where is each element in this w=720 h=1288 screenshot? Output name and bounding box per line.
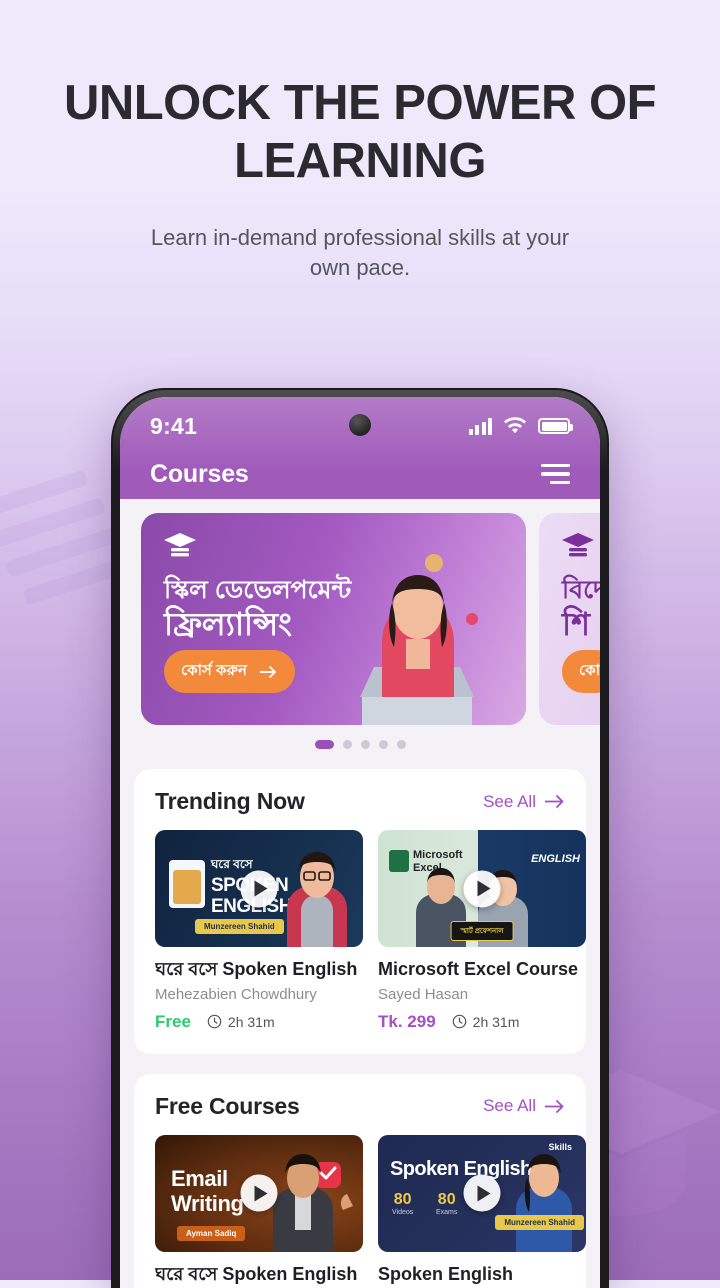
see-all-label: See All bbox=[483, 1096, 536, 1116]
app-bar-title: Courses bbox=[150, 460, 249, 489]
course-price: Free bbox=[155, 1012, 191, 1032]
section-title: Trending Now bbox=[155, 788, 305, 815]
carousel-dot-3[interactable] bbox=[361, 740, 370, 749]
banner-line2: শি bbox=[562, 606, 600, 644]
banner-carousel[interactable]: স্কিল ডেভেলপমেন্ট ফ্রিল্যান্সিং কোর্স কর… bbox=[120, 513, 600, 725]
thumbnail-title-bn: ঘরে বসে bbox=[211, 858, 253, 871]
course-thumbnail[interactable]: ঘরে বসে SPOKEN ENGLISH Munzereen Shahid bbox=[155, 830, 363, 947]
course-card[interactable]: Skills Spoken English 80 Videos 80 Exams bbox=[378, 1135, 586, 1286]
thumbnail-title-en: Writing bbox=[171, 1192, 244, 1216]
carousel-dot-2[interactable] bbox=[343, 740, 352, 749]
instructor-photo bbox=[271, 847, 363, 947]
banner-cta-label: কো bbox=[579, 659, 600, 684]
thumbnail-title-bn: Microsoft bbox=[413, 850, 463, 862]
course-duration-label: 2h 31m bbox=[473, 1014, 520, 1030]
cellular-signal-icon bbox=[469, 418, 493, 435]
clock-icon bbox=[452, 1014, 467, 1029]
play-circle-icon[interactable] bbox=[241, 1175, 278, 1212]
banner-cta-button[interactable]: কোর্স করুন bbox=[164, 650, 295, 693]
thumbnail-badge: Ayman Sadiq bbox=[177, 1226, 245, 1241]
carousel-dot-4[interactable] bbox=[379, 740, 388, 749]
arrow-right-icon bbox=[545, 1100, 565, 1113]
banner-line2: ফ্রিল্যান্সিং bbox=[164, 606, 351, 644]
arrow-right-icon bbox=[545, 795, 565, 808]
banner-cta-button[interactable]: কো bbox=[562, 650, 600, 693]
see-all-trending-button[interactable]: See All bbox=[483, 792, 565, 812]
course-author: Sayed Hasan bbox=[378, 986, 586, 1003]
course-card[interactable]: ঘরে বসে SPOKEN ENGLISH Munzereen Shahid bbox=[155, 830, 363, 1032]
play-circle-icon[interactable] bbox=[241, 870, 278, 907]
hero-subtitle: Learn in-demand professional skills at y… bbox=[0, 223, 720, 284]
course-thumbnail[interactable]: Skills Spoken English 80 Videos 80 Exams bbox=[378, 1135, 586, 1252]
banner-slide-2[interactable]: বিদে শি কো bbox=[539, 513, 600, 725]
graduation-cap-icon bbox=[163, 532, 197, 562]
carousel-dot-5[interactable] bbox=[397, 740, 406, 749]
app-bar: Courses bbox=[120, 449, 600, 499]
course-duration-label: 2h 31m bbox=[228, 1014, 275, 1030]
thumbnail-badge: স্মার্ট প্রফেশনাল bbox=[451, 921, 514, 941]
front-camera-punch-hole bbox=[349, 414, 371, 436]
course-thumbnail[interactable]: Microsoft Excel ENGLISH bbox=[378, 830, 586, 947]
banner-line1: বিদে bbox=[562, 575, 600, 606]
course-price: Tk. 299 bbox=[378, 1012, 436, 1032]
carousel-pagination-dots[interactable] bbox=[120, 740, 600, 749]
instructor-photo bbox=[508, 1148, 586, 1252]
thumbnail-title-bn: Email bbox=[171, 1167, 228, 1191]
status-bar: 9:41 bbox=[120, 397, 600, 449]
battery-full-icon bbox=[538, 418, 570, 434]
course-thumbnail[interactable]: Email Writing Ayman Sadiq bbox=[155, 1135, 363, 1252]
hamburger-menu-icon[interactable] bbox=[541, 464, 570, 485]
thumbnail-stat1-number: 80 bbox=[392, 1191, 413, 1209]
hero-section: UNLOCK THE POWER OF LEARNING Learn in-de… bbox=[0, 0, 720, 283]
banner-cta-label: কোর্স করুন bbox=[181, 659, 247, 684]
phone-mockup: 9:41 Courses bbox=[111, 388, 609, 1288]
banner-line1: স্কিল ডেভেলপমেন্ট bbox=[164, 575, 351, 606]
arrow-right-icon bbox=[260, 666, 278, 678]
see-all-free-button[interactable]: See All bbox=[483, 1096, 565, 1116]
graduation-cap-icon bbox=[561, 532, 595, 562]
see-all-label: See All bbox=[483, 792, 536, 812]
thumbnail-stat1-label: Videos bbox=[392, 1209, 413, 1216]
play-circle-icon[interactable] bbox=[464, 870, 501, 907]
course-duration: 2h 31m bbox=[452, 1014, 520, 1030]
banner-slide-1[interactable]: স্কিল ডেভেলপমেন্ট ফ্রিল্যান্সিং কোর্স কর… bbox=[141, 513, 526, 725]
thumbnail-stat2-label: Exams bbox=[436, 1209, 457, 1216]
thumbnail-badge: Munzereen Shahid bbox=[495, 1215, 584, 1230]
section-title: Free Courses bbox=[155, 1093, 300, 1120]
course-duration: 2h 31m bbox=[207, 1014, 275, 1030]
clock-icon bbox=[207, 1014, 222, 1029]
phone-screen: 9:41 Courses bbox=[120, 397, 600, 1288]
section-trending-now: Trending Now See All bbox=[134, 769, 586, 1054]
thumbnail-stat2-number: 80 bbox=[436, 1191, 457, 1209]
carousel-dot-1[interactable] bbox=[315, 740, 334, 749]
section-free-courses: Free Courses See All Emai bbox=[134, 1074, 586, 1288]
status-bar-time: 9:41 bbox=[150, 413, 197, 440]
scroll-content: স্কিল ডেভেলপমেন্ট ফ্রিল্যান্সিং কোর্স কর… bbox=[120, 499, 600, 1288]
course-card[interactable]: Email Writing Ayman Sadiq bbox=[155, 1135, 363, 1286]
course-card[interactable]: Microsoft Excel ENGLISH bbox=[378, 830, 586, 1032]
course-title: ঘরে বসে Spoken English bbox=[155, 1263, 363, 1286]
play-circle-icon[interactable] bbox=[464, 1175, 501, 1212]
course-title: Spoken English bbox=[378, 1263, 586, 1286]
page-title: UNLOCK THE POWER OF LEARNING bbox=[0, 74, 720, 191]
course-title: ঘরে বসে Spoken English bbox=[155, 958, 363, 981]
course-title: Microsoft Excel Course bbox=[378, 958, 586, 981]
course-author: Mehezabien Chowdhury bbox=[155, 986, 363, 1003]
wifi-icon bbox=[503, 417, 527, 435]
